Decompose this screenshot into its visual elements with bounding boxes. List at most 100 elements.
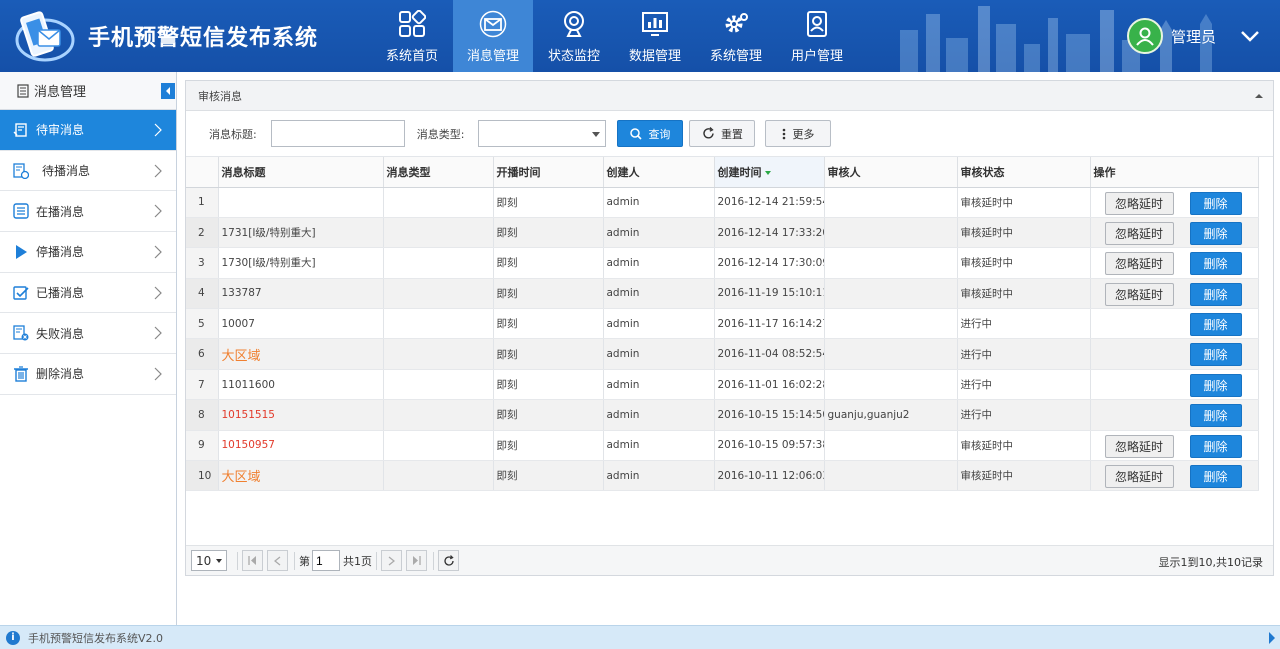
cell-actions: 删除 [1090,369,1259,401]
table-row[interactable]: 21731[I级/特别重大] 即刻admin2016-12-14 17:33:20… [186,217,1259,249]
cell-actions: 忽略延时 删除 [1090,247,1259,279]
app-title: 手机预警短信发布系统 [88,26,319,51]
table-row[interactable]: 1 即刻admin2016-12-14 21:59:54.0 审核延时中忽略延时删除 [186,187,1259,218]
type-filter-select[interactable] [478,120,607,147]
nav-message-management[interactable]: 消息管理 [453,0,533,72]
ignore-delay-button[interactable]: 忽略延时 [1104,221,1174,245]
cell-status: 进行中 [957,369,1091,401]
more-vertical-icon [782,128,786,140]
delete-button[interactable]: 删除 [1189,252,1242,276]
doc-clock-icon [12,162,30,180]
collapse-up-icon[interactable] [1255,92,1263,100]
sidebar-item-failed[interactable]: 失败消息 [0,313,176,355]
cell-reviewer [824,278,958,310]
page-prefix: 第 [299,554,310,568]
delete-button[interactable]: 删除 [1189,434,1242,458]
table-row[interactable]: 10大区域 即刻admin2016-10-11 12:06:03.0 审核延时中忽略… [186,460,1259,492]
nav-status-monitor[interactable]: 状态监控 [534,0,614,72]
user-name[interactable]: 管理员 [1171,26,1216,47]
refresh-icon [443,554,454,566]
cell-created-time: 2016-11-01 16:02:28.0 [714,369,825,401]
table-row[interactable]: 910150957 即刻admin2016-10-15 09:57:38.0 审核延… [186,430,1259,462]
first-page-button[interactable] [242,550,263,571]
ignore-delay-button[interactable]: 忽略延时 [1104,434,1174,458]
table-row[interactable]: 810151515 即刻admin2016-10-15 15:14:50.0gua… [186,399,1259,431]
sidebar-item-pending-review[interactable]: 待审消息 [0,110,176,151]
last-page-icon [413,556,421,565]
table-row[interactable]: 510007 即刻admin2016-11-17 16:14:27.0 进行中 删除 [186,308,1259,340]
cell-title: 10150957 [218,430,384,462]
nav-system-management[interactable]: 系统管理 [696,0,776,72]
nav-message-label: 消息管理 [466,49,519,64]
sidebar-item-broadcasted[interactable]: 已播消息 [0,273,176,314]
reset-button[interactable]: 重置 [689,120,756,147]
cell-type [383,278,494,310]
bar-chart-icon [640,9,670,39]
last-page-button[interactable] [406,550,427,571]
caret-down-icon [216,559,222,563]
expand-right-icon[interactable] [1268,632,1276,644]
current-page-input[interactable] [312,550,340,571]
column-header[interactable]: 审核人 [824,157,958,188]
row-number: 9 [186,430,219,462]
table-row[interactable]: 711011600 即刻admin2016-11-01 16:02:28.0 进行中… [186,369,1259,401]
column-header[interactable]: 创建人 [603,157,715,188]
column-header[interactable]: 开播时间 [493,157,604,188]
chevron-down-icon[interactable] [1238,26,1262,46]
delete-button[interactable]: 删除 [1189,221,1242,245]
ignore-delay-button[interactable]: 忽略延时 [1104,252,1174,276]
page-size-select[interactable]: 10 [191,550,227,571]
delete-button[interactable]: 删除 [1189,313,1242,337]
nav-status-label: 状态监控 [547,49,600,64]
filter-bar: 消息标题: 消息类型: 查询 重置 更多 [186,111,1273,157]
cell-start-time: 即刻 [493,247,604,279]
column-header[interactable]: 消息标题 [218,157,384,188]
avatar[interactable] [1126,18,1163,54]
next-page-button[interactable] [381,550,402,571]
table-row[interactable]: 4133787 即刻admin2016-11-19 15:10:11.0 审核延时中… [186,278,1259,310]
ignore-delay-button[interactable]: 忽略延时 [1104,465,1174,489]
cell-type [383,399,494,431]
nav-data-management[interactable]: 数据管理 [615,0,695,72]
collapse-left-icon[interactable] [161,83,175,99]
cell-created-time: 2016-11-19 15:10:11.0 [714,278,825,310]
table-row[interactable]: 31730[I级/特别重大] 即刻admin2016-12-14 17:30:09… [186,247,1259,279]
more-button[interactable]: 更多 [765,120,832,147]
cell-actions: 删除 [1090,308,1259,340]
ignore-delay-button[interactable]: 忽略延时 [1104,282,1174,306]
nav-user-management[interactable]: 用户管理 [777,0,857,72]
ignore-delay-button[interactable]: 忽略延时 [1104,191,1174,215]
trash-icon [12,365,30,383]
delete-button[interactable]: 删除 [1189,465,1242,489]
delete-button[interactable]: 删除 [1189,373,1242,397]
sidebar-title: 消息管理 [34,85,87,100]
sidebar-item-label: 删除消息 [36,367,85,382]
refresh-page-button[interactable] [438,550,459,571]
message-table: 消息标题 消息类型 开播时间 创建人 创建时间 审核人 审核状态 操作 1 即刻 a… [186,157,1273,492]
chevron-right-icon [388,555,395,566]
column-header[interactable]: 审核状态 [957,157,1091,188]
sidebar-item-deleted[interactable]: 删除消息 [0,354,176,395]
chevron-right-icon [154,286,162,300]
column-header-sorted[interactable]: 创建时间 [714,157,825,188]
cell-type [383,187,494,218]
delete-button[interactable]: 删除 [1189,404,1242,428]
cell-creator: admin [603,278,715,310]
column-header[interactable]: 消息类型 [383,157,494,188]
delete-button[interactable]: 删除 [1189,191,1242,215]
delete-button[interactable]: 删除 [1189,343,1242,367]
search-button[interactable]: 查询 [617,120,684,147]
prev-page-button[interactable] [267,550,288,571]
cell-actions: 删除 [1090,338,1259,370]
sidebar-item-to-broadcast[interactable]: 待播消息 [0,151,176,192]
chevron-right-icon [154,123,162,137]
chevron-right-icon [154,327,162,340]
nav-home[interactable]: 系统首页 [372,0,452,72]
delete-button[interactable]: 删除 [1189,282,1242,306]
table-row[interactable]: 6大区域 即刻admin2016-11-04 08:52:54.0 进行中 删除 [186,338,1259,370]
sidebar-item-broadcasting[interactable]: 在播消息 [0,191,176,233]
sidebar-item-stopped[interactable]: 停播消息 [0,232,176,273]
panel-header: 审核消息 [186,81,1273,111]
title-filter-input[interactable] [270,120,405,147]
info-icon: i [6,630,20,645]
